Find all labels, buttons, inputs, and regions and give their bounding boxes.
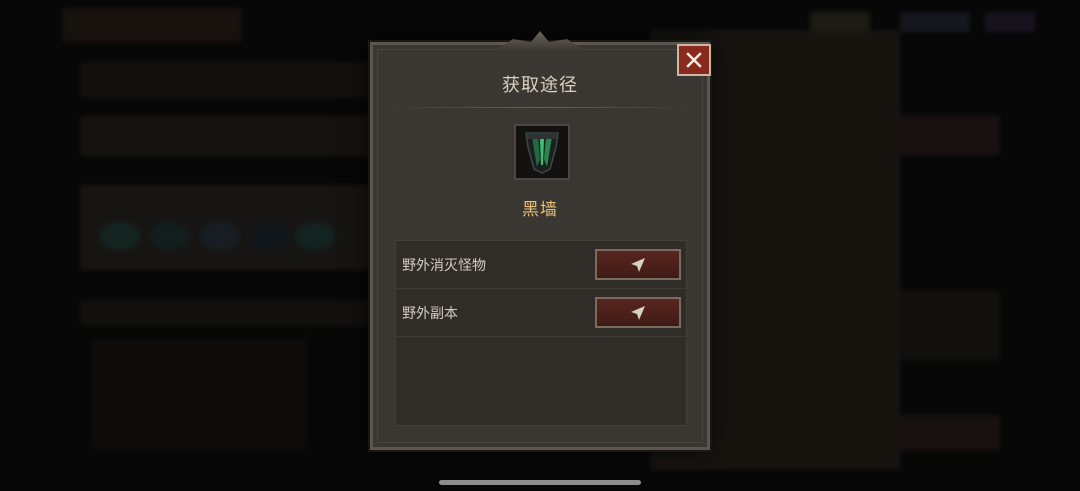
- navigate-arrow-icon: [631, 305, 645, 320]
- item-icon-frame[interactable]: [514, 124, 570, 180]
- home-indicator[interactable]: [439, 480, 641, 485]
- source-row: 野外副本: [396, 289, 686, 337]
- navigate-arrow-icon: [631, 257, 645, 272]
- item-name: 黑墙: [522, 200, 558, 220]
- close-x-icon: [686, 52, 702, 68]
- dialog-title: 获取途径: [502, 75, 578, 96]
- title-divider: [391, 107, 689, 108]
- go-to-source-button[interactable]: [595, 249, 681, 280]
- black-shield-item-icon: [525, 132, 559, 174]
- source-label: 野外消灭怪物: [402, 257, 486, 274]
- go-to-source-button[interactable]: [595, 297, 681, 328]
- close-button[interactable]: [677, 44, 711, 76]
- source-row: 野外消灭怪物: [396, 241, 686, 289]
- source-label: 野外副本: [402, 305, 458, 322]
- acquisition-dialog: 获取途径 黑墙 野外消灭怪物 野外副本: [370, 31, 711, 450]
- acquisition-source-list: 野外消灭怪物 野外副本: [395, 240, 687, 426]
